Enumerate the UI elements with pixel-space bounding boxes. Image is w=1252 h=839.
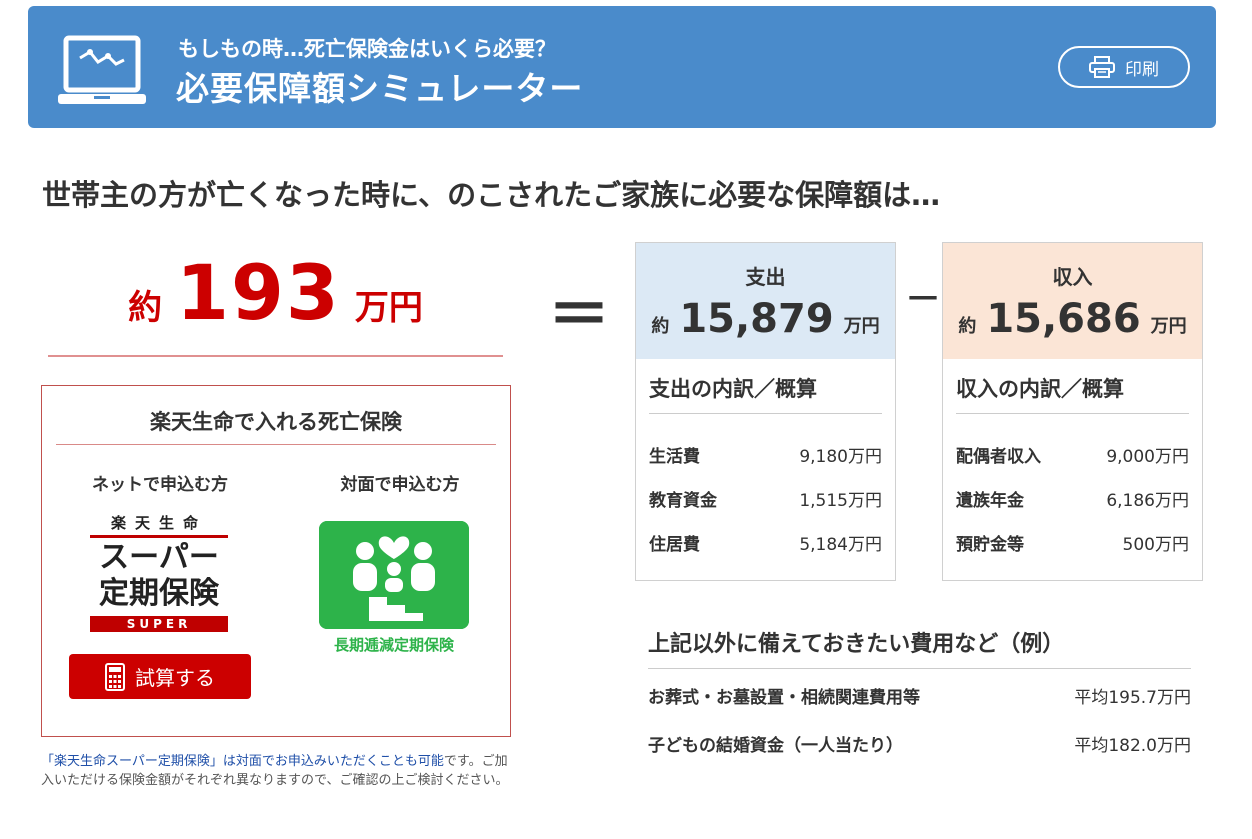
item-name: 配偶者収入 [956, 446, 1041, 467]
additional-costs-title: 上記以外に備えておきたい費用など（例） [648, 626, 1191, 669]
expense-amount: 約 15,879 万円 [636, 296, 895, 342]
logo-line2: スーパー [99, 540, 219, 575]
item-name: 住居費 [649, 534, 700, 555]
item-name: お葬式・お墓設置・相続関連費用等 [648, 687, 920, 708]
item-name: 教育資金 [649, 490, 717, 511]
print-label: 印刷 [1125, 59, 1159, 80]
expense-breakdown-title: 支出の内訳／概算 [649, 373, 882, 414]
list-item: 遺族年金 6,186万円 [956, 476, 1189, 520]
item-value: 1,515万円 [799, 490, 882, 511]
logo-super: SUPER [90, 616, 228, 632]
result-headline: 世帯主の方が亡くなった時に、のこされたご家族に必要な保障額は… [42, 178, 941, 212]
printer-icon [1089, 56, 1115, 78]
item-value: 6,186万円 [1106, 490, 1189, 511]
logo-line3: 定期保険 [99, 576, 219, 611]
list-item: お葬式・お墓設置・相続関連費用等 平均195.7万円 [648, 671, 1191, 719]
equals-sign: ＝ [548, 278, 611, 351]
income-panel: 収入 約 15,686 万円 収入の内訳／概算 配偶者収入 9,000万円 遺族年金… [942, 242, 1203, 581]
calculator-icon [105, 662, 125, 691]
super-term-insurance-logo[interactable]: 楽天生命 スーパー 定期保険 SUPER [90, 512, 228, 632]
item-value: 9,000万円 [1106, 446, 1189, 467]
list-item: 配偶者収入 9,000万円 [956, 432, 1189, 476]
logo-brand: 楽天生命 [90, 512, 228, 538]
total-prefix: 約 [128, 288, 163, 328]
list-item: 子どもの結婚資金（一人当たり） 平均182.0万円 [648, 719, 1191, 767]
required-coverage-total: 約 193 万円 [48, 248, 503, 337]
total-value: 193 [176, 248, 341, 337]
income-unit: 万円 [1150, 316, 1187, 337]
calculate-button[interactable]: 試算する [69, 654, 251, 699]
income-summary: 収入 約 15,686 万円 [943, 243, 1202, 359]
additional-costs: 上記以外に備えておきたい費用など（例） お葬式・お墓設置・相続関連費用等 平均1… [648, 626, 1191, 767]
long-term-decreasing-insurance-label[interactable]: 長期逓減定期保険 [304, 634, 484, 655]
list-item: 生活費 9,180万円 [649, 432, 882, 476]
family-icon[interactable] [319, 521, 469, 629]
page-title: 必要保障額シミュレーター [176, 69, 584, 108]
laptop-chart-icon [58, 35, 146, 104]
online-apply-label: ネットで申込む方 [92, 475, 228, 495]
income-amount: 約 15,686 万円 [943, 296, 1202, 342]
insurance-note: 「楽天生命スーパー定期保険」は対面でお申込みいただくことも可能です。ご加入いただ… [41, 752, 516, 790]
expense-unit: 万円 [843, 316, 880, 337]
item-value: 平均195.7万円 [1074, 687, 1191, 708]
header-banner: もしもの時…死亡保険金はいくら必要？ 必要保障額シミュレーター 印刷 [28, 6, 1216, 128]
list-item: 住居費 5,184万円 [649, 520, 882, 564]
minus-sign: － [905, 279, 942, 320]
expense-prefix: 約 [651, 316, 670, 337]
item-value: 平均182.0万円 [1074, 735, 1191, 756]
item-name: 生活費 [649, 446, 700, 467]
total-unit: 万円 [354, 288, 423, 328]
list-item: 教育資金 1,515万円 [649, 476, 882, 520]
insurance-box-title: 楽天生命で入れる死亡保険 [150, 410, 402, 434]
expense-summary: 支出 約 15,879 万円 [636, 243, 895, 359]
calculate-label: 試算する [135, 666, 215, 690]
note-link[interactable]: 「楽天生命スーパー定期保険」は対面でお申込みいただくことも可能 [41, 754, 444, 769]
income-prefix: 約 [958, 316, 977, 337]
list-item: 預貯金等 500万円 [956, 520, 1189, 564]
income-breakdown-title: 収入の内訳／概算 [956, 373, 1189, 414]
inperson-apply-label: 対面で申込む方 [340, 475, 460, 495]
expense-label: 支出 [745, 265, 786, 289]
item-value: 5,184万円 [799, 534, 882, 555]
item-name: 預貯金等 [956, 534, 1024, 555]
item-name: 遺族年金 [956, 490, 1024, 511]
insurance-products-box: 楽天生命で入れる死亡保険 ネットで申込む方 対面で申込む方 楽天生命 スーパー … [41, 385, 511, 737]
item-name: 子どもの結婚資金（一人当たり） [648, 735, 903, 756]
divider [56, 444, 496, 445]
header-subtitle: もしもの時…死亡保険金はいくら必要？ [178, 37, 556, 61]
total-divider [48, 355, 503, 357]
print-button[interactable]: 印刷 [1058, 46, 1190, 88]
item-value: 500万円 [1122, 534, 1189, 555]
item-value: 9,180万円 [799, 446, 882, 467]
expense-panel: 支出 約 15,879 万円 支出の内訳／概算 生活費 9,180万円 教育資金 1… [635, 242, 896, 581]
income-label: 収入 [1052, 265, 1093, 289]
income-value: 15,686 [986, 296, 1141, 342]
expense-value: 15,879 [679, 296, 834, 342]
